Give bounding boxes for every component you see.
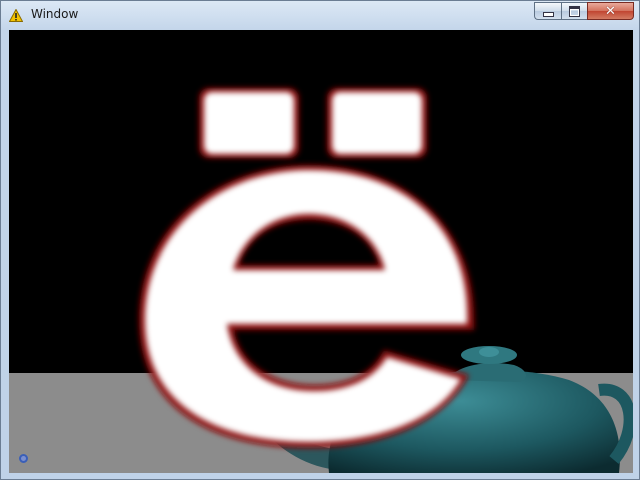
- minimize-button[interactable]: [534, 2, 561, 20]
- close-button[interactable]: ✕: [587, 2, 634, 20]
- render-viewport[interactable]: [9, 30, 633, 473]
- warning-icon: [9, 9, 23, 22]
- maximize-icon: [569, 5, 580, 17]
- title-bar[interactable]: Window ✕: [1, 1, 639, 29]
- minimize-icon: [542, 11, 554, 17]
- maximize-button[interactable]: [561, 2, 587, 20]
- application-window: Window ✕: [0, 0, 640, 480]
- window-title: Window: [31, 7, 79, 21]
- caption-buttons: ✕: [534, 2, 634, 21]
- close-icon: ✕: [605, 3, 616, 19]
- status-indicator-icon: [19, 454, 28, 463]
- rendered-glyph: [139, 88, 475, 448]
